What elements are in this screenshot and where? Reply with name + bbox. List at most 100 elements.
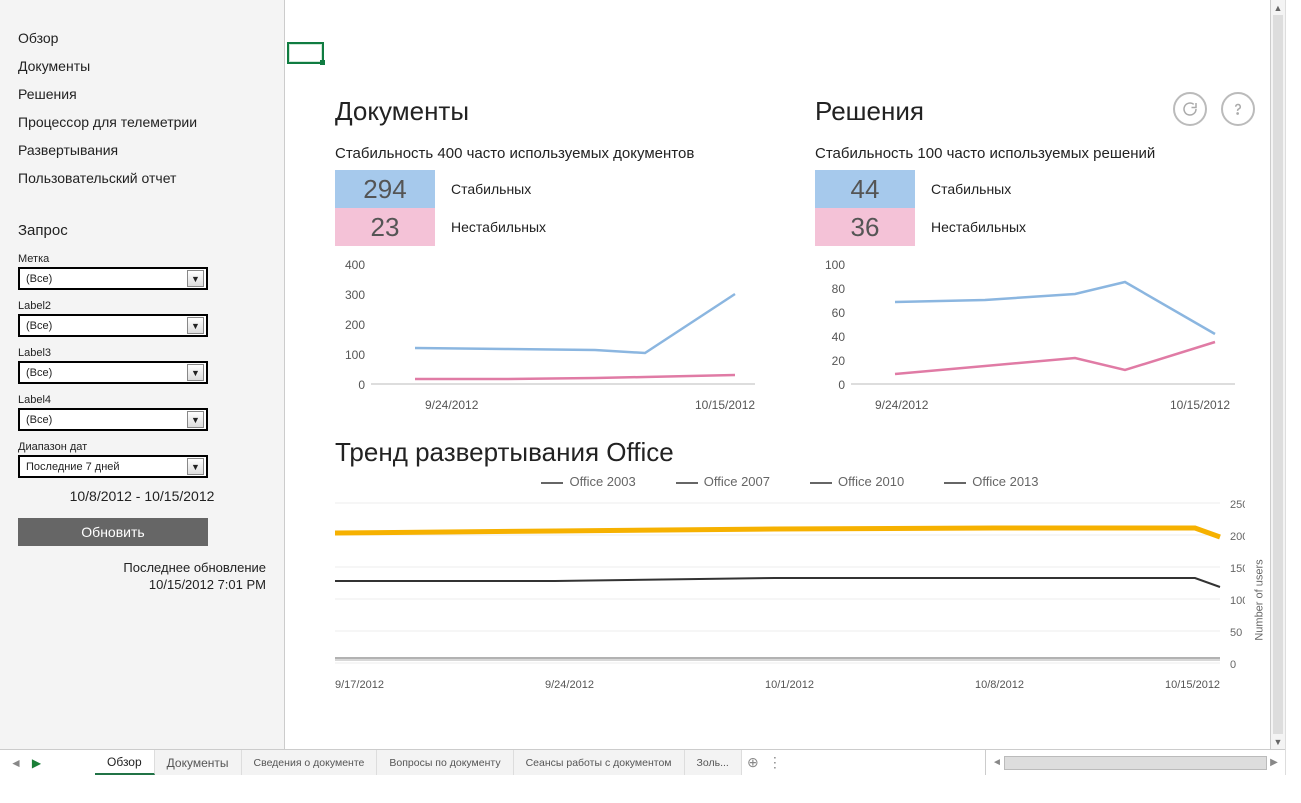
chevron-down-icon: ▼ [187, 317, 204, 334]
last-update: Последнее обновление 10/15/2012 7:01 PM [18, 560, 266, 594]
filter-select-3[interactable]: (Все) ▼ [18, 361, 208, 384]
svg-text:100: 100 [1230, 595, 1245, 607]
filter-value-1: (Все) [26, 273, 52, 285]
svg-text:10/15/2012: 10/15/2012 [1170, 398, 1230, 412]
sol-stable-label: Стабильных [915, 170, 1026, 208]
filter-select-4[interactable]: (Все) ▼ [18, 408, 208, 431]
svg-text:20: 20 [832, 354, 846, 368]
filter-value-daterange: Последние 7 дней [26, 461, 120, 473]
svg-text:9/24/2012: 9/24/2012 [875, 398, 929, 412]
svg-text:10/8/2012: 10/8/2012 [975, 679, 1024, 691]
refresh-button[interactable]: Обновить [18, 518, 208, 546]
legend-office2013: Office 2013 [944, 474, 1038, 489]
tab-documents[interactable]: Документы [155, 750, 242, 775]
documents-title: Документы [335, 96, 765, 127]
solutions-subtitle: Стабильность 100 часто используемых реше… [815, 145, 1245, 162]
svg-text:9/17/2012: 9/17/2012 [335, 679, 384, 691]
sol-stable-count: 44 [815, 170, 915, 208]
filter-label-daterange: Диапазон дат [18, 441, 266, 453]
sol-unstable-label: Нестабильных [915, 208, 1026, 246]
solutions-panel: Решения Стабильность 100 часто используе… [815, 96, 1245, 427]
filter-label-1: Метка [18, 253, 266, 265]
svg-text:0: 0 [358, 378, 365, 392]
horizontal-scrollbar[interactable]: ◄ ▶ [985, 750, 1285, 775]
svg-text:10/15/2012: 10/15/2012 [1165, 679, 1220, 691]
nav-overview[interactable]: Обзор [18, 24, 266, 52]
chevron-down-icon: ▼ [187, 411, 204, 428]
query-heading: Запрос [18, 222, 266, 239]
svg-text:10/15/2012: 10/15/2012 [695, 398, 755, 412]
sheet-prev-icon[interactable]: ◄ [10, 756, 22, 770]
svg-text:200: 200 [345, 318, 365, 332]
svg-text:60: 60 [832, 306, 846, 320]
tab-overview[interactable]: Обзор [95, 750, 155, 775]
tab-docsessions[interactable]: Сеансы работы с документом [514, 750, 685, 775]
nav-telemetry[interactable]: Процессор для телеметрии [18, 108, 266, 136]
nav-list: Обзор Документы Решения Процессор для те… [18, 24, 266, 192]
trend-legend: Office 2003 Office 2007 Office 2010 Offi… [335, 474, 1245, 489]
svg-text:80: 80 [832, 282, 846, 296]
trend-yaxis-label: Number of users [1253, 559, 1265, 640]
hscroll-left-icon[interactable]: ◄ [990, 757, 1004, 768]
last-update-value: 10/15/2012 7:01 PM [149, 577, 266, 592]
add-sheet-icon[interactable]: ⊕ [742, 750, 764, 775]
nav-solutions[interactable]: Решения [18, 80, 266, 108]
trend-title: Тренд развертывания Office [335, 437, 1245, 468]
hscroll-right-icon[interactable]: ▶ [1267, 757, 1281, 768]
tab-docquestions[interactable]: Вопросы по документу [377, 750, 513, 775]
reload-icon[interactable] [1173, 92, 1207, 126]
filter-select-1[interactable]: (Все) ▼ [18, 267, 208, 290]
svg-text:40: 40 [832, 330, 846, 344]
filter-label-3: Label3 [18, 347, 266, 359]
chevron-down-icon: ▼ [187, 364, 204, 381]
sheet-tab-bar: ◄ ▶ Обзор Документы Сведения о документе… [0, 749, 1285, 775]
filter-value-2: (Все) [26, 320, 52, 332]
svg-text:400: 400 [345, 258, 365, 272]
tab-more[interactable]: Золь... [685, 750, 742, 775]
svg-text:100: 100 [345, 348, 365, 362]
help-icon[interactable] [1221, 92, 1255, 126]
filter-value-4: (Все) [26, 414, 52, 426]
sheet-next-icon[interactable]: ▶ [32, 756, 41, 770]
hscroll-thumb[interactable] [1005, 757, 1266, 769]
vertical-scrollbar[interactable]: ▲ ▼ [1270, 0, 1285, 749]
svg-text:250: 250 [1230, 499, 1245, 511]
legend-office2003: Office 2003 [541, 474, 635, 489]
sheet-menu-icon[interactable]: ⋮ [764, 750, 786, 775]
tab-docinfo[interactable]: Сведения о документе [242, 750, 378, 775]
docs-stable-count: 294 [335, 170, 435, 208]
legend-office2010: Office 2010 [810, 474, 904, 489]
svg-text:100: 100 [825, 258, 845, 272]
filter-select-daterange[interactable]: Последние 7 дней ▼ [18, 455, 208, 478]
filter-label-2: Label2 [18, 300, 266, 312]
filter-select-2[interactable]: (Все) ▼ [18, 314, 208, 337]
svg-text:300: 300 [345, 288, 365, 302]
hscroll-track[interactable] [1004, 756, 1267, 770]
last-update-label: Последнее обновление [123, 560, 266, 575]
legend-office2007: Office 2007 [676, 474, 770, 489]
nav-userreport[interactable]: Пользовательский отчет [18, 164, 266, 192]
nav-documents[interactable]: Документы [18, 52, 266, 80]
documents-chart: 400 300 200 100 0 9/24/2012 10/15/2012 [335, 254, 765, 427]
nav-deployments[interactable]: Развертывания [18, 136, 266, 164]
chevron-down-icon: ▼ [187, 458, 204, 475]
svg-text:200: 200 [1230, 531, 1245, 543]
svg-text:150: 150 [1230, 563, 1245, 575]
cell-selection[interactable] [287, 42, 324, 64]
vscroll-track[interactable] [1271, 15, 1285, 734]
chevron-down-icon: ▼ [187, 270, 204, 287]
docs-unstable-label: Нестабильных [435, 208, 546, 246]
svg-text:9/24/2012: 9/24/2012 [425, 398, 479, 412]
date-range-display: 10/8/2012 - 10/15/2012 [18, 488, 266, 504]
sidebar: Обзор Документы Решения Процессор для те… [0, 0, 285, 775]
sheet-nav-buttons[interactable]: ◄ ▶ [0, 750, 95, 775]
scroll-down-icon[interactable]: ▼ [1271, 734, 1285, 749]
svg-text:9/24/2012: 9/24/2012 [545, 679, 594, 691]
solutions-chart: 100 80 60 40 20 0 9/24/2012 10/15/2012 [815, 254, 1245, 427]
filter-value-3: (Все) [26, 367, 52, 379]
scroll-up-icon[interactable]: ▲ [1271, 0, 1285, 15]
vscroll-thumb[interactable] [1273, 15, 1283, 734]
documents-panel: Документы Стабильность 400 часто использ… [335, 96, 765, 427]
svg-text:0: 0 [838, 378, 845, 392]
docs-unstable-count: 23 [335, 208, 435, 246]
